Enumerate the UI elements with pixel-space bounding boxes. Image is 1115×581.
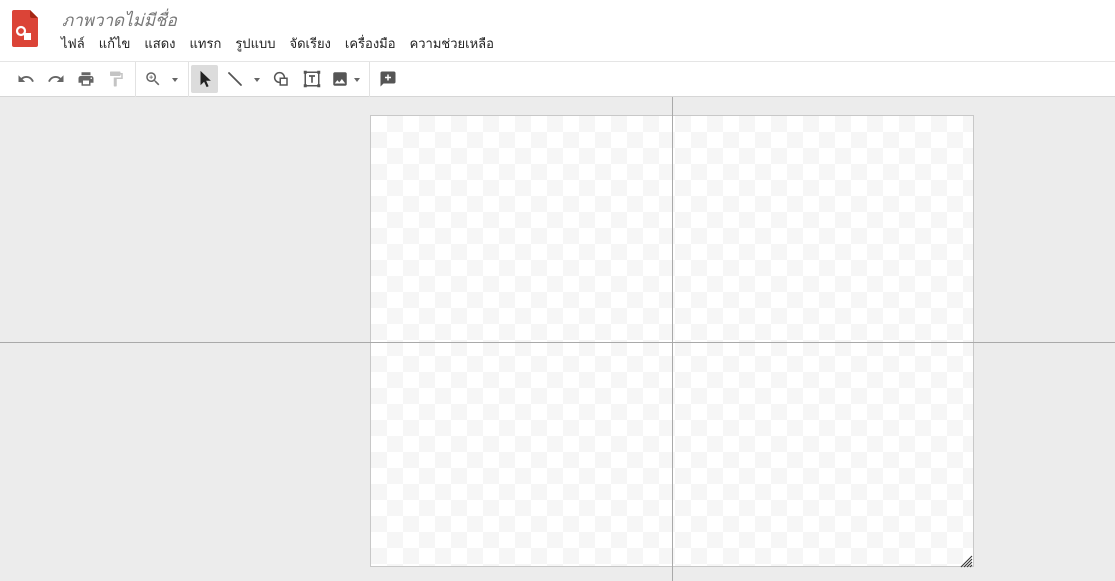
image-tool-button[interactable]: [328, 65, 366, 93]
select-arrow-icon: [200, 70, 211, 88]
undo-button[interactable]: [13, 65, 39, 93]
drawing-workspace[interactable]: [0, 97, 1115, 581]
horizontal-guide-line: [0, 342, 1115, 343]
menu-format[interactable]: รูปแบบ: [228, 35, 282, 55]
zoom-icon: [146, 72, 160, 86]
image-icon: [333, 72, 347, 86]
menu-arrange[interactable]: จัดเรียง: [282, 35, 337, 55]
image-dropdown-icon: [354, 78, 360, 82]
menu-edit[interactable]: แก้ไข: [92, 35, 138, 55]
zoom-dropdown-icon: [172, 78, 178, 82]
shape-icon: [273, 71, 288, 86]
menu-insert[interactable]: แทรก: [183, 35, 229, 55]
shape-tool-button[interactable]: [268, 65, 294, 93]
line-tool-button[interactable]: [222, 65, 262, 93]
print-icon: [78, 72, 94, 86]
toolbar-separator: [369, 62, 370, 97]
menu-file[interactable]: ไฟล์: [54, 35, 92, 55]
drawings-logo-icon[interactable]: [12, 10, 38, 47]
select-tool-button[interactable]: [191, 65, 218, 93]
paint-format-button[interactable]: [103, 65, 129, 93]
toolbar: [0, 61, 1115, 97]
toolbar-separator: [188, 62, 189, 97]
line-icon: [228, 72, 242, 86]
vertical-guide-line: [672, 97, 673, 581]
toolbar-separator: [135, 62, 136, 97]
paint-format-icon: [110, 71, 123, 87]
app-header: ภาพวาดไม่มีชื่อ ไฟล์ แก้ไข แสดง แทรก รูป…: [0, 0, 1115, 62]
line-dropdown-icon: [254, 78, 260, 82]
menu-help[interactable]: ความช่วยเหลือ: [403, 35, 501, 55]
zoom-button[interactable]: [141, 65, 183, 93]
add-comment-button[interactable]: [375, 65, 401, 93]
redo-button[interactable]: [43, 65, 69, 93]
redo-icon: [48, 75, 64, 82]
document-title[interactable]: ภาพวาดไม่มีชื่อ: [62, 7, 177, 34]
menu-view[interactable]: แสดง: [137, 35, 182, 55]
text-box-icon: [303, 70, 321, 88]
add-comment-icon: [380, 71, 396, 87]
menu-tools[interactable]: เครื่องมือ: [338, 35, 403, 55]
print-button[interactable]: [73, 65, 99, 93]
resize-grip-icon: [960, 555, 973, 568]
text-box-tool-button[interactable]: [299, 65, 325, 93]
undo-icon: [18, 75, 34, 82]
canvas-resize-handle[interactable]: [959, 553, 973, 568]
menu-bar: ไฟล์ แก้ไข แสดง แทรก รูปแบบ จัดเรียง เคร…: [54, 35, 501, 55]
